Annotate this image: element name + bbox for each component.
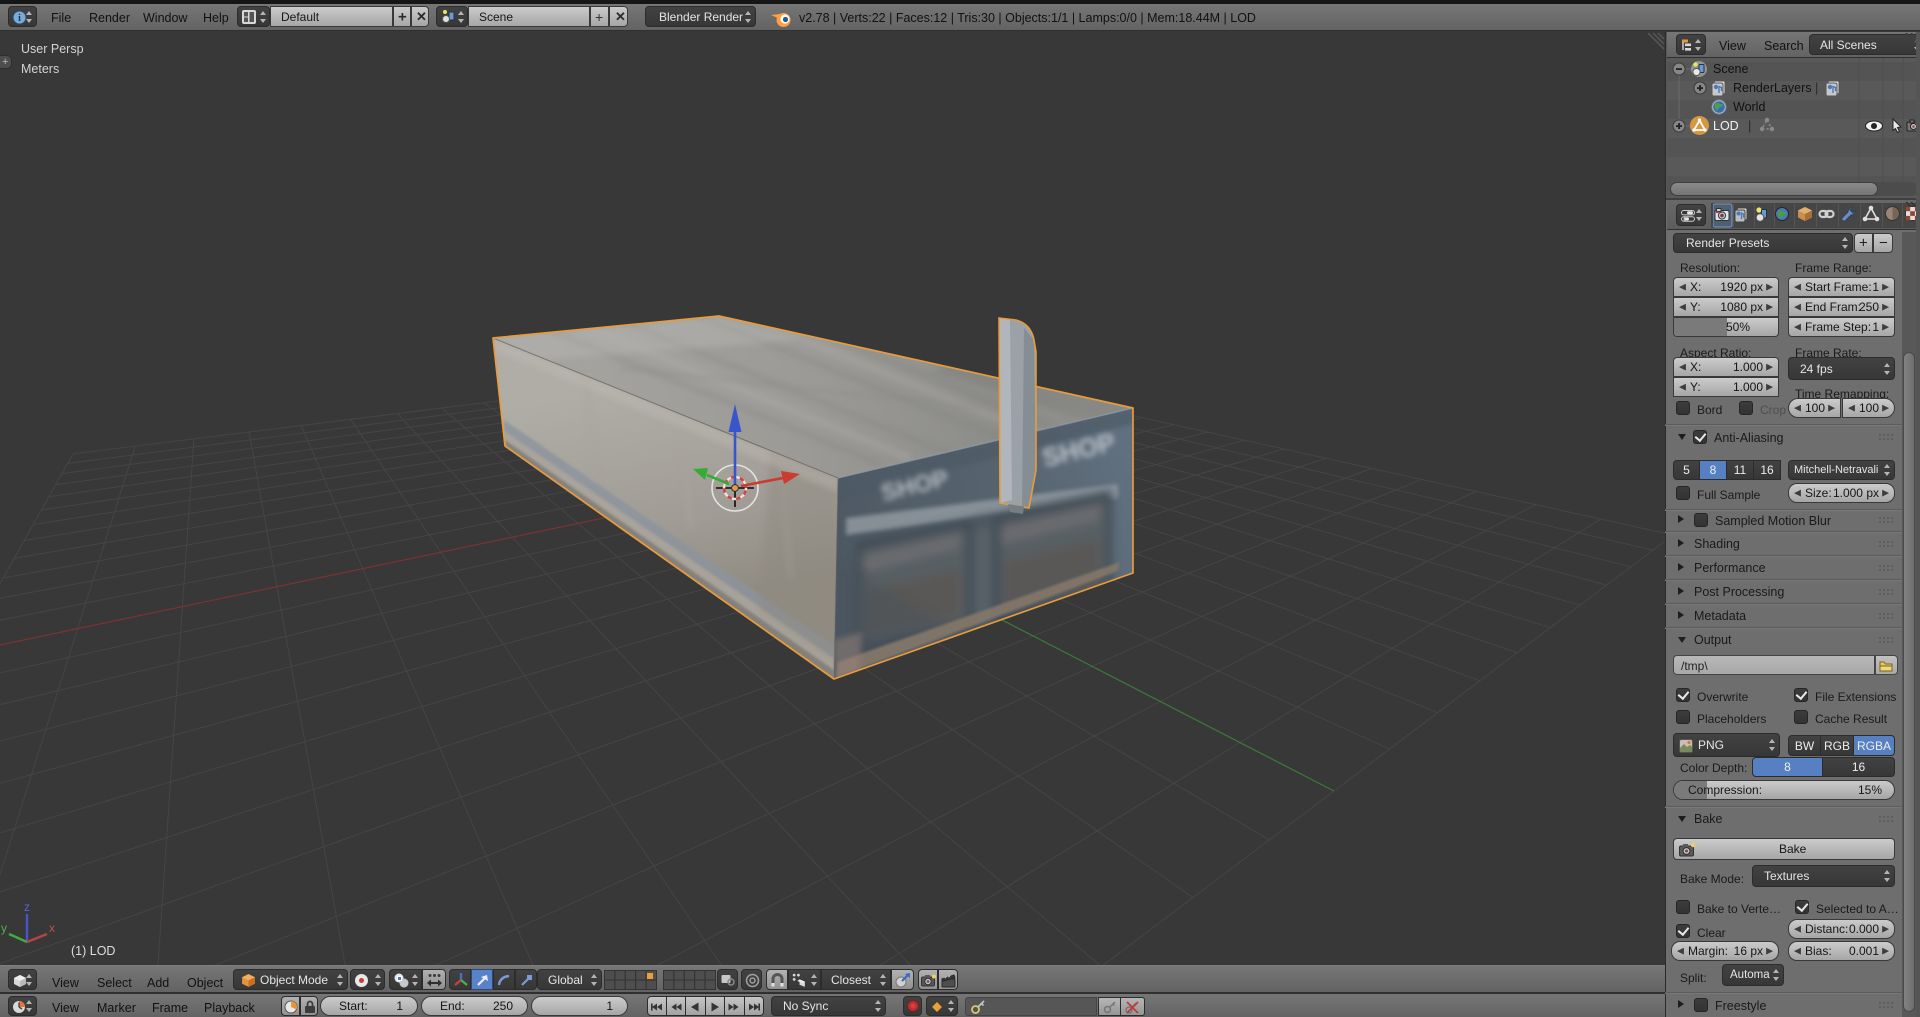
svg-text:RenderLayers: RenderLayers (1733, 81, 1812, 95)
svg-text:(1) LOD: (1) LOD (71, 944, 115, 958)
svg-text:LOD: LOD (1713, 119, 1739, 133)
svg-text:y: y (1, 921, 7, 935)
svg-text:Meters: Meters (21, 62, 59, 76)
svg-text:z: z (24, 900, 30, 914)
svg-text:|: | (1815, 81, 1818, 95)
svg-text:i: i (18, 13, 21, 24)
svg-text:User Persp: User Persp (21, 42, 84, 56)
svg-text:|: | (1748, 119, 1751, 133)
svg-text:x: x (49, 921, 55, 935)
svg-text:Scene: Scene (1713, 62, 1748, 76)
svg-text:World: World (1733, 100, 1765, 114)
